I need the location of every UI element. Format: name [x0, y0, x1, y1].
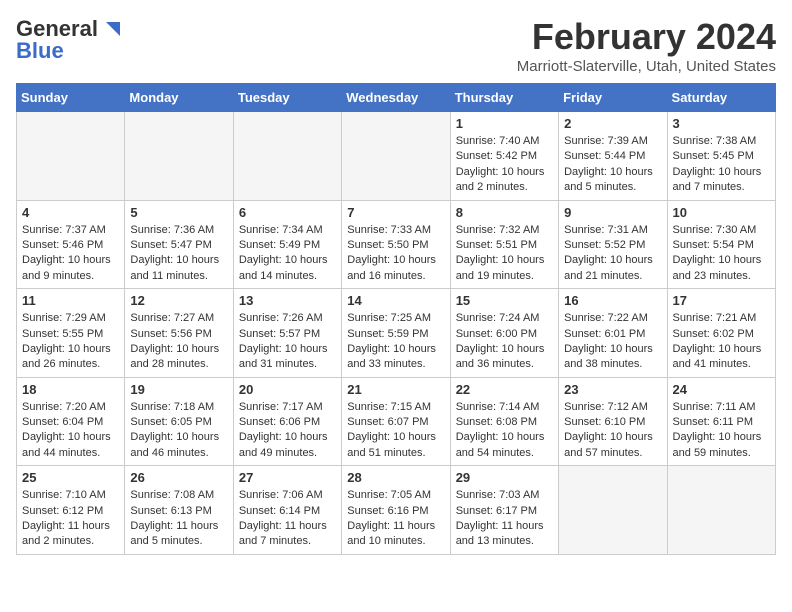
day-number: 22 [456, 382, 553, 397]
week-row-3: 18Sunrise: 7:20 AMSunset: 6:04 PMDayligh… [17, 377, 776, 466]
day-cell [233, 112, 341, 201]
day-number: 1 [456, 116, 553, 131]
day-cell: 7Sunrise: 7:33 AMSunset: 5:50 PMDaylight… [342, 200, 450, 289]
day-number: 15 [456, 293, 553, 308]
day-cell: 26Sunrise: 7:08 AMSunset: 6:13 PMDayligh… [125, 466, 233, 555]
day-number: 29 [456, 470, 553, 485]
logo-triangle-icon [100, 18, 122, 40]
day-number: 24 [673, 382, 770, 397]
day-cell [17, 112, 125, 201]
day-cell: 12Sunrise: 7:27 AMSunset: 5:56 PMDayligh… [125, 289, 233, 378]
day-number: 5 [130, 205, 227, 220]
day-number: 9 [564, 205, 661, 220]
col-wednesday: Wednesday [342, 84, 450, 112]
day-cell: 1Sunrise: 7:40 AMSunset: 5:42 PMDaylight… [450, 112, 558, 201]
day-cell: 14Sunrise: 7:25 AMSunset: 5:59 PMDayligh… [342, 289, 450, 378]
day-number: 12 [130, 293, 227, 308]
day-cell: 4Sunrise: 7:37 AMSunset: 5:46 PMDaylight… [17, 200, 125, 289]
day-number: 14 [347, 293, 444, 308]
day-cell: 13Sunrise: 7:26 AMSunset: 5:57 PMDayligh… [233, 289, 341, 378]
day-number: 10 [673, 205, 770, 220]
day-number: 8 [456, 205, 553, 220]
day-number: 3 [673, 116, 770, 131]
day-number: 21 [347, 382, 444, 397]
day-cell: 27Sunrise: 7:06 AMSunset: 6:14 PMDayligh… [233, 466, 341, 555]
header-row: Sunday Monday Tuesday Wednesday Thursday… [17, 84, 776, 112]
header: General Blue February 2024 Marriott-Slat… [16, 16, 776, 75]
week-row-4: 25Sunrise: 7:10 AMSunset: 6:12 PMDayligh… [17, 466, 776, 555]
day-cell: 17Sunrise: 7:21 AMSunset: 6:02 PMDayligh… [667, 289, 775, 378]
day-number: 19 [130, 382, 227, 397]
day-number: 13 [239, 293, 336, 308]
day-cell: 10Sunrise: 7:30 AMSunset: 5:54 PMDayligh… [667, 200, 775, 289]
title-area: February 2024 Marriott-Slaterville, Utah… [517, 16, 776, 75]
day-number: 16 [564, 293, 661, 308]
day-number: 26 [130, 470, 227, 485]
day-cell: 6Sunrise: 7:34 AMSunset: 5:49 PMDaylight… [233, 200, 341, 289]
day-cell: 15Sunrise: 7:24 AMSunset: 6:00 PMDayligh… [450, 289, 558, 378]
day-cell: 3Sunrise: 7:38 AMSunset: 5:45 PMDaylight… [667, 112, 775, 201]
location-title: Marriott-Slaterville, Utah, United State… [517, 58, 776, 75]
day-number: 20 [239, 382, 336, 397]
month-title: February 2024 [517, 16, 776, 58]
logo-blue-text: Blue [16, 38, 64, 64]
col-saturday: Saturday [667, 84, 775, 112]
day-number: 7 [347, 205, 444, 220]
day-number: 2 [564, 116, 661, 131]
day-cell: 16Sunrise: 7:22 AMSunset: 6:01 PMDayligh… [559, 289, 667, 378]
day-number: 28 [347, 470, 444, 485]
day-cell: 22Sunrise: 7:14 AMSunset: 6:08 PMDayligh… [450, 377, 558, 466]
day-cell: 29Sunrise: 7:03 AMSunset: 6:17 PMDayligh… [450, 466, 558, 555]
week-row-1: 4Sunrise: 7:37 AMSunset: 5:46 PMDaylight… [17, 200, 776, 289]
day-cell: 5Sunrise: 7:36 AMSunset: 5:47 PMDaylight… [125, 200, 233, 289]
day-cell [125, 112, 233, 201]
col-friday: Friday [559, 84, 667, 112]
day-number: 17 [673, 293, 770, 308]
day-number: 27 [239, 470, 336, 485]
day-cell: 18Sunrise: 7:20 AMSunset: 6:04 PMDayligh… [17, 377, 125, 466]
week-row-2: 11Sunrise: 7:29 AMSunset: 5:55 PMDayligh… [17, 289, 776, 378]
day-cell [342, 112, 450, 201]
day-cell: 24Sunrise: 7:11 AMSunset: 6:11 PMDayligh… [667, 377, 775, 466]
day-number: 4 [22, 205, 119, 220]
day-number: 23 [564, 382, 661, 397]
day-cell: 21Sunrise: 7:15 AMSunset: 6:07 PMDayligh… [342, 377, 450, 466]
day-cell: 23Sunrise: 7:12 AMSunset: 6:10 PMDayligh… [559, 377, 667, 466]
day-cell: 11Sunrise: 7:29 AMSunset: 5:55 PMDayligh… [17, 289, 125, 378]
day-cell: 19Sunrise: 7:18 AMSunset: 6:05 PMDayligh… [125, 377, 233, 466]
day-number: 25 [22, 470, 119, 485]
week-row-0: 1Sunrise: 7:40 AMSunset: 5:42 PMDaylight… [17, 112, 776, 201]
day-cell: 8Sunrise: 7:32 AMSunset: 5:51 PMDaylight… [450, 200, 558, 289]
col-tuesday: Tuesday [233, 84, 341, 112]
day-number: 18 [22, 382, 119, 397]
logo: General Blue [16, 16, 122, 64]
day-cell [559, 466, 667, 555]
day-cell: 9Sunrise: 7:31 AMSunset: 5:52 PMDaylight… [559, 200, 667, 289]
day-cell: 2Sunrise: 7:39 AMSunset: 5:44 PMDaylight… [559, 112, 667, 201]
day-number: 6 [239, 205, 336, 220]
day-cell: 20Sunrise: 7:17 AMSunset: 6:06 PMDayligh… [233, 377, 341, 466]
calendar-table: Sunday Monday Tuesday Wednesday Thursday… [16, 83, 776, 555]
day-number: 11 [22, 293, 119, 308]
day-cell: 28Sunrise: 7:05 AMSunset: 6:16 PMDayligh… [342, 466, 450, 555]
col-sunday: Sunday [17, 84, 125, 112]
day-cell [667, 466, 775, 555]
day-cell: 25Sunrise: 7:10 AMSunset: 6:12 PMDayligh… [17, 466, 125, 555]
col-monday: Monday [125, 84, 233, 112]
col-thursday: Thursday [450, 84, 558, 112]
